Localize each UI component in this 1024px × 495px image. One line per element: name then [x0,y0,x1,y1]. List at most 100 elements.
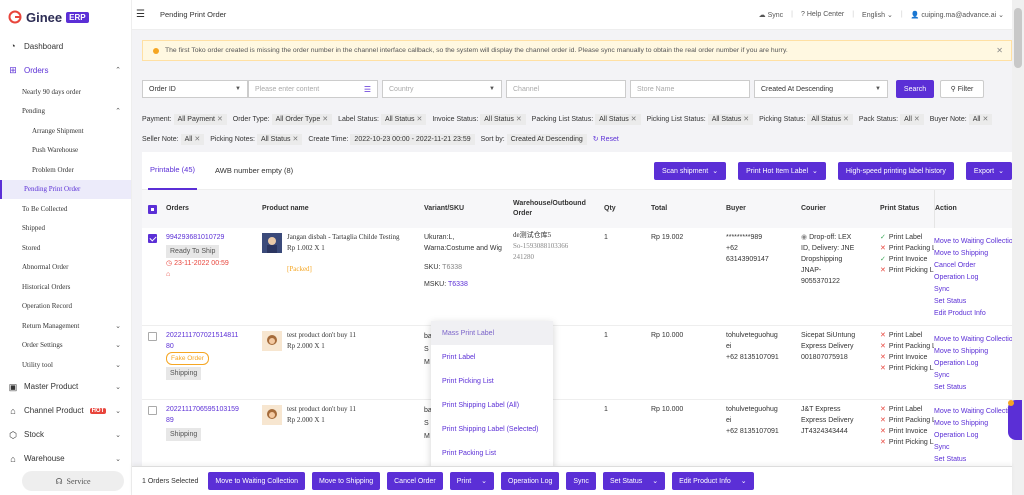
filter-chip[interactable]: All ✕ [180,134,205,145]
bulk-move-shipping-button[interactable]: Move to Shipping [312,472,381,490]
row-checkbox[interactable] [148,406,157,419]
sync-link[interactable]: ☁ Sync [759,11,784,19]
sidebar-item-4[interactable]: Problem Order [0,160,131,180]
sidebar-item-6[interactable]: To Be Collected [0,199,131,219]
print-menu-item[interactable]: Print Picking List [431,369,553,393]
export-button[interactable]: Export ⌄ [965,162,1012,180]
row-action-link[interactable]: Sync [934,284,1012,296]
list-icon[interactable]: ☰ [364,85,371,94]
print-menu-item[interactable]: Print Shipping Label (Selected) [431,417,553,441]
filter-chip[interactable]: All Status ✕ [707,114,754,125]
filter-chip[interactable]: 2022-10-23 00:00 - 2022-11-21 23:59 [350,134,475,145]
row-checkbox[interactable] [148,234,157,247]
nav-dashboard[interactable]: ◔ Dashboard [0,34,131,58]
scroll-thumb[interactable] [1014,8,1022,68]
row-action-link[interactable]: Move to Shipping [934,248,1012,260]
close-icon[interactable]: ✕ [322,116,328,123]
service-button[interactable]: ☊ Service [22,471,124,491]
store-select[interactable]: Store Name [630,80,750,98]
checkbox-unchecked[interactable] [148,406,157,415]
bulk-cancel-button[interactable]: Cancel Order [387,472,443,490]
sidebar-item-9[interactable]: Abnormal Order [0,258,131,278]
bulk-move-waiting-button[interactable]: Move to Waiting Collection [208,472,306,490]
close-icon[interactable]: ✕ [982,116,988,123]
close-icon[interactable]: ✕ [631,116,637,123]
bulk-operation-log-button[interactable]: Operation Log [501,472,560,490]
row-action-link[interactable]: Move to Waiting Collection [934,236,1012,248]
user-menu[interactable]: 👤 cuiping.ma@advance.ai ⌄ [911,11,1004,19]
bulk-set-status-button[interactable]: Set Status ⌄ [602,472,666,490]
order-id-link-suffix[interactable]: 89 [166,415,258,426]
sidebar-item-0[interactable]: Nearly 90 days order [0,82,131,102]
order-id-link[interactable]: 2022111707021514811 [166,330,258,341]
row-action-link[interactable]: Set Status [934,382,1012,394]
product-thumbnail[interactable] [262,405,282,425]
order-id-link[interactable]: 2022111706595103159 [166,404,258,415]
checkbox-unchecked[interactable] [148,332,157,341]
close-icon[interactable]: ✕ [217,116,223,123]
row-checkbox[interactable] [148,332,157,345]
filter-chip[interactable]: All Status ✕ [595,114,641,125]
row-action-link[interactable]: Move to Shipping [934,346,1012,358]
select-all-checkbox[interactable] [148,190,157,228]
search-content-input[interactable]: Please enter content ☰ [248,80,378,98]
close-icon[interactable]: ✕ [293,136,299,143]
close-icon[interactable]: ✕ [194,136,200,143]
close-icon[interactable]: ✕ [516,116,522,123]
row-action-link[interactable]: Sync [934,442,1012,454]
nav-warehouse[interactable]: ⌂ Warehouse ⌄ [0,447,131,471]
sidebar-item-2[interactable]: Arrange Shipment [0,121,131,141]
bulk-edit-product-button[interactable]: Edit Product Info ⌄ [672,472,754,490]
nav-master-product[interactable]: ▣ Master Product ⌄ [0,375,131,399]
nav-channel-product[interactable]: ⌂ Channel Product HOT ⌄ [0,399,131,423]
checkbox-checked[interactable] [148,234,157,243]
sidebar-item-10[interactable]: Historical Orders [0,277,131,297]
print-menu-item[interactable]: Print Packing List [431,441,553,465]
sidebar-item-1[interactable]: Pending ⌃ [0,102,131,122]
row-action-link[interactable]: Move to Waiting Collection [934,334,1012,346]
help-link[interactable]: ? Help Center [801,11,844,18]
row-action-link[interactable]: Move to Waiting Collection [934,406,1012,418]
close-icon[interactable]: ✕ [996,46,1003,55]
sidebar-item-3[interactable]: Push Warehouse [0,141,131,161]
sort-select[interactable]: Created At Descending ▼ [754,80,888,98]
filter-chip[interactable]: All Order Type ✕ [271,114,333,125]
logo[interactable]: Ginee ERP [0,0,131,34]
search-button[interactable]: Search [896,80,934,98]
reset-link[interactable]: ↻ Reset [593,136,619,143]
print-hot-item-button[interactable]: Print Hot Item Label ⌄ [738,162,826,180]
channel-select[interactable]: Channel [506,80,626,98]
bulk-sync-button[interactable]: Sync [566,472,596,490]
filter-chip[interactable]: All ✕ [968,114,993,125]
row-action-link[interactable]: Operation Log [934,272,1012,284]
sidebar-item-12[interactable]: Return Management ⌄ [0,316,131,336]
language-select[interactable]: English ⌄ [862,11,893,19]
menu-fold-icon[interactable]: ☰ [136,9,146,20]
filter-chip[interactable]: Created At Descending [506,134,587,145]
row-action-link[interactable]: Cancel Order [934,260,1012,272]
row-action-link[interactable]: Move to Shipping [934,418,1012,430]
tab-printable[interactable]: Printable (45) [148,152,198,190]
row-action-link[interactable]: Operation Log [934,358,1012,370]
sidebar-item-13[interactable]: Order Settings ⌄ [0,336,131,356]
row-action-link[interactable]: Set Status [934,454,1012,466]
country-select[interactable]: Country ▼ [382,80,502,98]
close-icon[interactable]: ✕ [417,116,423,123]
floating-helper-button[interactable] [1008,400,1022,440]
print-menu-item[interactable]: Print Shipping Label (All) [431,393,553,417]
sidebar-item-8[interactable]: Stored [0,238,131,258]
sidebar-item-5[interactable]: Pending Print Order [0,179,131,199]
nav-stock[interactable]: ⬡ Stock ⌄ [0,423,131,447]
sidebar-item-11[interactable]: Operation Record [0,297,131,317]
nav-orders[interactable]: ⊞ Orders ⌃ [0,58,131,82]
tab-awb-empty[interactable]: AWB number empty (8) [213,152,295,190]
order-field-select[interactable]: Order ID ▼ [142,80,248,98]
order-id-link[interactable]: 994293681010729 [166,232,258,243]
checkbox-partial[interactable] [148,204,157,214]
filter-button[interactable]: ⚲ Filter [940,80,984,98]
close-icon[interactable]: ✕ [914,116,920,123]
sidebar-item-14[interactable]: Utility tool ⌄ [0,355,131,375]
filter-chip[interactable]: All ✕ [900,114,924,125]
label-history-button[interactable]: High-speed printing label history [837,162,954,180]
filter-chip[interactable]: All Status ✕ [480,114,526,125]
